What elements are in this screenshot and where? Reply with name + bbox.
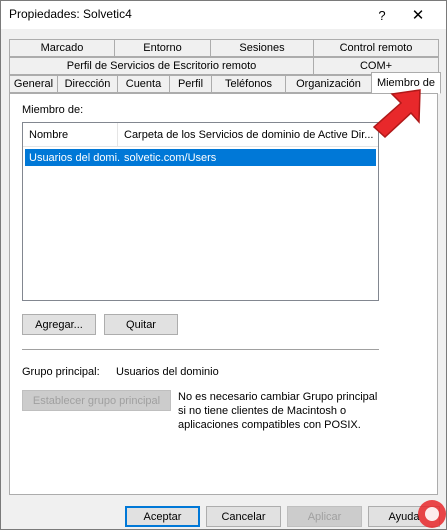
properties-dialog: Propiedades: Solvetic4 ? ✕ Marcado Entor… — [0, 0, 447, 530]
column-header-nombre[interactable]: Nombre — [23, 123, 118, 147]
tab-telefonos[interactable]: Teléfonos — [211, 75, 285, 93]
member-of-list[interactable]: Nombre Carpeta de los Servicios de domin… — [22, 122, 379, 301]
primary-group-label: Grupo principal: — [22, 366, 100, 378]
list-item[interactable]: Usuarios del domi... solvetic.com/Users — [25, 149, 376, 166]
tab-general[interactable]: General — [9, 75, 57, 93]
member-of-label: Miembro de: — [22, 104, 84, 116]
primary-group-value: Usuarios del dominio — [116, 366, 219, 378]
tab-sesiones[interactable]: Sesiones — [210, 39, 313, 57]
list-item-name: Usuarios del domi... — [29, 151, 120, 164]
list-item-folder: solvetic.com/Users — [124, 151, 217, 164]
window-title: Propiedades: Solvetic4 — [9, 7, 132, 21]
arrow-annotation-icon — [372, 89, 421, 139]
apply-button[interactable]: Aplicar — [287, 506, 362, 527]
tab-marcado[interactable]: Marcado — [9, 39, 114, 57]
tab-entorno[interactable]: Entorno — [114, 39, 210, 57]
logo-icon — [418, 500, 446, 528]
help-title-button[interactable]: ? — [365, 1, 399, 29]
tab-row-1: Marcado Entorno Sesiones Control remoto — [9, 39, 439, 57]
ok-button[interactable]: Aceptar — [125, 506, 200, 527]
close-button[interactable]: ✕ — [401, 1, 435, 29]
cancel-button[interactable]: Cancelar — [206, 506, 281, 527]
tab-page-miembro-de: Miembro de: Nombre Carpeta de los Servic… — [9, 93, 438, 495]
tab-direccion[interactable]: Dirección — [57, 75, 117, 93]
tab-perfil-escritorio-remoto[interactable]: Perfil de Servicios de Escritorio remoto — [9, 57, 313, 75]
set-primary-group-button[interactable]: Establecer grupo principal — [22, 390, 171, 411]
tab-perfil[interactable]: Perfil — [169, 75, 211, 93]
list-header: Nombre Carpeta de los Servicios de domin… — [23, 123, 378, 147]
remove-button[interactable]: Quitar — [104, 314, 178, 335]
primary-group-note: No es necesario cambiar Grupo principal … — [178, 391, 378, 431]
tab-control-remoto[interactable]: Control remoto — [313, 39, 439, 57]
divider — [22, 349, 379, 350]
column-header-carpeta[interactable]: Carpeta de los Servicios de dominio de A… — [118, 123, 378, 147]
tab-organizacion[interactable]: Organización — [285, 75, 371, 93]
add-button[interactable]: Agregar... — [22, 314, 96, 335]
tab-cuenta[interactable]: Cuenta — [117, 75, 169, 93]
title-bar: Propiedades: Solvetic4 ? ✕ — [1, 1, 446, 29]
